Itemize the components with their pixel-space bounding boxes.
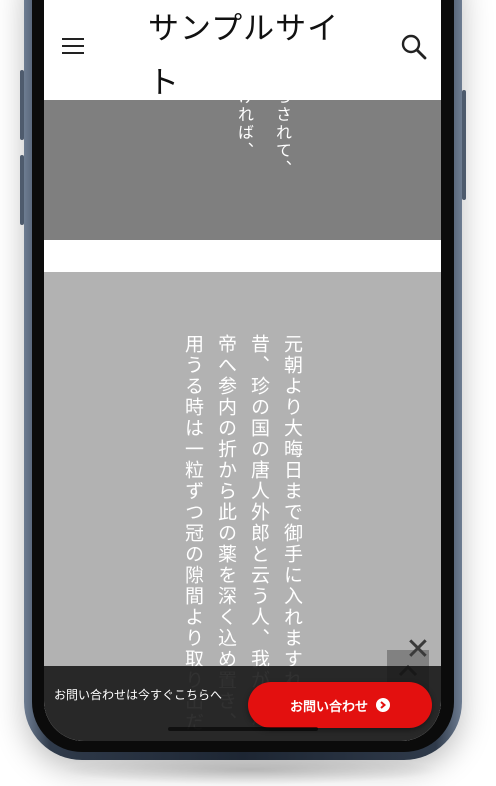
contact-message: お問い合わせは今すぐこちらへ <box>54 688 223 702</box>
phone-side-button-right <box>462 90 466 200</box>
site-header: サンプルサイト <box>44 0 441 101</box>
hero-section: ろされて、 ければ、 <box>44 100 441 240</box>
contact-button[interactable]: お問い合わせ <box>248 682 432 728</box>
chevron-right-icon <box>376 698 390 712</box>
close-icon[interactable]: ✕ <box>404 635 432 665</box>
phone-side-button-left-2 <box>20 155 24 225</box>
site-title[interactable]: サンプルサイト <box>148 2 348 110</box>
search-icon[interactable] <box>401 34 427 60</box>
hero-vertical-text: ろされて、 ければ、 <box>235 100 292 178</box>
hamburger-icon[interactable] <box>62 38 84 54</box>
phone-side-button-left <box>20 70 24 140</box>
phone-screen: サンプルサイト ろされて、 ければ、 元朝より大晦日まで御手に入れますれ 昔、珍の国… <box>44 0 441 741</box>
home-indicator <box>168 727 318 731</box>
contact-button-label: お問い合わせ <box>289 699 368 715</box>
